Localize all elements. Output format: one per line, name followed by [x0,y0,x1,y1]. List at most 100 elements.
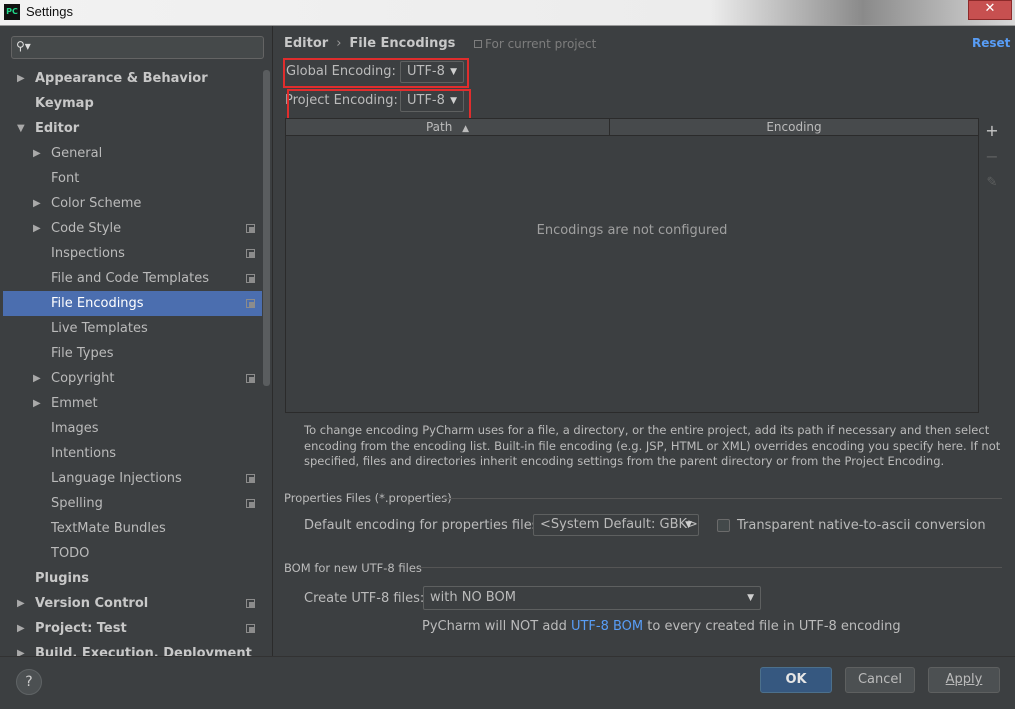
sidebar-item-label: Project: Test [35,621,127,636]
chevron-down-icon: ▼ [17,123,25,134]
dropdown-arrow-icon: ▼ [685,520,692,530]
sidebar-item-label: Build, Execution, Deployment [35,646,252,656]
chevron-right-icon: ▶ [33,373,41,384]
sidebar-item-label: Code Style [51,221,122,236]
sidebar-item-live-templates[interactable]: Live Templates [3,316,262,341]
sidebar-item-label: Editor [35,121,80,136]
project-scope-icon [246,599,255,608]
column-header-label: Path [425,120,453,134]
sidebar-item-build-execution-deployment[interactable]: ▶ Build, Execution, Deployment [3,641,262,656]
bom-select[interactable]: with NO BOM ▼ [423,586,761,610]
chevron-right-icon: ▶ [33,398,41,409]
sidebar-item-label: File Encodings [51,296,144,311]
project-scope-icon [246,374,255,383]
sidebar-item-copyright[interactable]: ▶ Copyright [3,366,262,391]
sidebar-item-label: Language Injections [51,471,182,486]
sidebar-item-general[interactable]: ▶ General [3,141,262,166]
help-button[interactable]: ? [16,669,42,695]
sidebar-item-images[interactable]: Images [3,416,262,441]
sidebar-item-language-injections[interactable]: Language Injections [3,466,262,491]
project-scope-icon [246,624,255,633]
sidebar-item-label: Color Scheme [51,196,142,211]
chevron-right-icon: ▶ [17,623,25,634]
section-divider [441,498,1002,499]
sidebar-item-label: Inspections [51,246,125,261]
sort-ascending-icon: ▲ [462,124,470,134]
transparent-conversion-label[interactable]: Transparent native-to-ascii conversion [737,518,986,533]
file-encodings-panel: Editor › File Encodings For current projec… [274,26,1015,656]
sidebar-item-label: Font [51,171,80,186]
properties-default-encoding-label: Default encoding for properties files: [304,518,543,533]
sidebar-item-inspections[interactable]: Inspections [3,241,262,266]
transparent-conversion-checkbox[interactable] [717,519,730,532]
add-icon[interactable]: + [982,121,1002,141]
sidebar-item-color-scheme[interactable]: ▶ Color Scheme [3,191,262,216]
apply-button[interactable]: Apply [928,667,1000,693]
sidebar-item-label: Emmet [51,396,98,411]
bom-note: PyCharm will NOT add UTF-8 BOM to every … [422,619,901,634]
scope-label: For current project [485,37,597,51]
highlight-box [283,58,469,88]
remove-icon[interactable]: − [982,147,1002,167]
utf8-bom-link[interactable]: UTF-8 BOM [571,619,643,634]
chevron-right-icon: ▶ [17,73,25,84]
dialog-footer: ? OK Cancel Apply [0,656,1015,709]
scope-indicator: For current project [474,37,596,51]
sidebar-item-label: TextMate Bundles [51,521,166,536]
sidebar-item-label: Keymap [35,96,94,111]
sidebar-item-label: Intentions [51,446,117,461]
project-scope-icon [246,499,255,508]
sidebar-item-plugins[interactable]: Plugins [3,566,262,591]
cancel-button[interactable]: Cancel [845,667,915,693]
project-scope-icon [246,299,255,308]
sidebar-item-font[interactable]: Font [3,166,262,191]
project-scope-icon [246,249,255,258]
sidebar-item-spelling[interactable]: Spelling [3,491,262,516]
sidebar-item-emmet[interactable]: ▶ Emmet [3,391,262,416]
encodings-table[interactable]: Path ▲ Encoding Encodings are not config… [285,118,979,413]
ok-button[interactable]: OK [760,667,832,693]
sidebar-item-file-encodings[interactable]: File Encodings [3,291,262,316]
sidebar-item-editor[interactable]: ▼ Editor [3,116,262,141]
chevron-right-icon: ▶ [17,598,25,609]
column-header-encoding[interactable]: Encoding [610,119,978,135]
bom-value: with NO BOM [430,590,516,605]
window-title: Settings [26,4,73,19]
sidebar-item-label: Images [51,421,99,436]
close-window-button[interactable]: ✕ [968,0,1012,20]
sidebar-item-label: Spelling [51,496,103,511]
sidebar-item-appearance-behavior[interactable]: ▶ Appearance & Behavior [3,66,262,91]
settings-search-input[interactable]: ⚲▾ [11,36,264,59]
project-scope-icon [246,224,255,233]
sidebar-item-file-types[interactable]: File Types [3,341,262,366]
properties-encoding-select[interactable]: <System Default: GBK> ▼ [533,514,699,536]
sidebar-item-label: General [51,146,103,161]
reset-link[interactable]: Reset [972,36,1010,50]
sidebar-item-file-code-templates[interactable]: File and Code Templates [3,266,262,291]
sidebar-item-label: Version Control [35,596,149,611]
column-header-path[interactable]: Path ▲ [286,119,609,135]
sidebar-item-code-style[interactable]: ▶ Code Style [3,216,262,241]
search-icon: ⚲▾ [16,39,31,53]
page-title: File Encodings [349,36,456,51]
sidebar-item-label: Plugins [35,571,89,586]
empty-table-message: Encodings are not configured [536,223,728,238]
chevron-right-icon: ▶ [33,148,41,159]
edit-icon[interactable]: ✎ [982,173,1002,193]
chevron-right-icon: ▶ [33,223,41,234]
bom-section-title: BOM for new UTF-8 files [284,561,422,575]
breadcrumb-separator: › [336,36,342,51]
sidebar-item-intentions[interactable]: Intentions [3,441,262,466]
sidebar-item-label: Copyright [51,371,115,386]
sidebar-item-textmate-bundles[interactable]: TextMate Bundles [3,516,262,541]
sidebar-item-label: TODO [51,546,90,561]
sidebar-item-version-control[interactable]: ▶ Version Control [3,591,262,616]
sidebar-item-project-test[interactable]: ▶ Project: Test [3,616,262,641]
sidebar-scrollbar[interactable] [263,70,270,386]
breadcrumb-parent: Editor [284,36,329,51]
sidebar-item-todo[interactable]: TODO [3,541,262,566]
sidebar-item-label: File Types [51,346,114,361]
project-scope-icon [246,474,255,483]
project-scope-icon [474,40,482,48]
sidebar-item-keymap[interactable]: Keymap [3,91,262,116]
